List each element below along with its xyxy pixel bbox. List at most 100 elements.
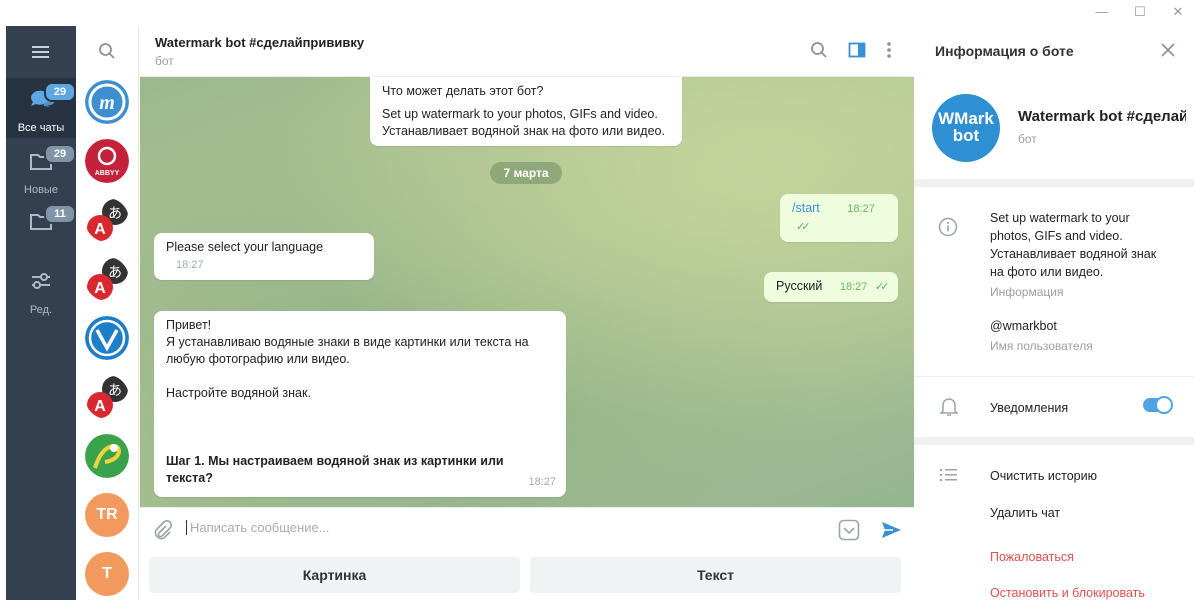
send-icon[interactable] (880, 519, 902, 541)
notifications-toggle[interactable] (1143, 396, 1173, 414)
close-window-button[interactable]: ✕ (1170, 4, 1186, 20)
message-text: Русский (776, 279, 823, 293)
username-label: Имя пользователя (990, 339, 1093, 353)
avatar-translator-2[interactable]: あA (85, 257, 129, 301)
message-text: Настройте водяной знак. (166, 386, 311, 400)
report-button[interactable]: Пожаловаться (990, 548, 1074, 566)
bot-keyboard: Картинка Текст (140, 551, 914, 600)
bot-info-panel: Информация о боте WMark bot Watermark bo… (914, 26, 1194, 600)
folder-all-chats[interactable]: 29 Все чаты (6, 78, 76, 138)
more-options-icon[interactable] (886, 41, 892, 59)
about-label: Информация (990, 285, 1064, 299)
window-titlebar: — ☐ ✕ (0, 0, 1200, 26)
bot-actions-card: Очистить историю Удалить чат Пожаловатьс… (914, 445, 1194, 600)
minimize-button[interactable]: — (1094, 4, 1110, 20)
bot-avatar-text: WMark (938, 109, 994, 128)
chat-list: m ABBYY あA あA あA TR T (76, 26, 139, 600)
message-time: 18:27 (847, 203, 875, 215)
bot-name: Watermark bot #сделайпрививку (1018, 108, 1186, 125)
avatar-translator-3[interactable]: あA (85, 375, 129, 419)
bot-description-line: Устанавливает водяной знак на фото или в… (382, 124, 665, 138)
avatar-chat-7[interactable] (85, 434, 129, 478)
keyboard-button-image[interactable]: Картинка (149, 557, 520, 593)
clear-history-button[interactable]: Очистить историю (990, 467, 1097, 485)
divider (914, 376, 1194, 377)
svg-text:あ: あ (108, 383, 122, 399)
message-time: 18:27 (176, 259, 204, 271)
svg-text:A: A (94, 221, 106, 238)
close-icon[interactable] (1160, 42, 1176, 58)
folder-label: Новые (24, 184, 58, 196)
folder-label: Все чаты (17, 122, 65, 134)
search-icon[interactable] (98, 42, 116, 60)
message-composer (140, 507, 914, 551)
edit-filters-icon (32, 273, 50, 289)
message-text: Привет! (166, 318, 212, 332)
folder-unnamed[interactable]: 11 (6, 200, 76, 260)
list-icon (940, 469, 957, 481)
bell-icon (940, 398, 958, 416)
avatar-tr[interactable]: TR (85, 493, 129, 537)
svg-text:m: m (99, 92, 115, 114)
message-text: Please select your language (166, 240, 324, 254)
bot-avatar[interactable]: WMark bot (932, 94, 1000, 162)
message-text: Шаг 1. Мы настраиваем водяной знак из ка… (166, 454, 504, 468)
unread-badge: 29 (44, 144, 76, 164)
message-text: текста? (166, 471, 213, 485)
outgoing-message[interactable]: /start 18:27 ✓✓ (780, 194, 898, 242)
svg-text:あ: あ (108, 206, 122, 222)
panel-title: Информация о боте (935, 43, 1074, 59)
svg-text:A: A (94, 398, 106, 415)
bot-command-link[interactable]: /start (792, 201, 820, 215)
unread-badge: 29 (44, 82, 76, 102)
bot-about-line: photos, GIFs and video. (990, 229, 1123, 243)
unread-badge: 11 (44, 204, 76, 224)
notifications-label: Уведомления (990, 401, 1069, 415)
folder-label: Ред. (29, 304, 53, 316)
avatar-t[interactable]: T (85, 552, 129, 596)
read-checks-icon: ✓✓ (796, 221, 811, 233)
svg-text:ABBYY: ABBYY (95, 170, 120, 177)
window-controls: — ☐ ✕ (1094, 4, 1186, 20)
maximize-button[interactable]: ☐ (1132, 4, 1148, 20)
message-text: любую фотографию или видео. (166, 352, 350, 366)
svg-text:あ: あ (108, 265, 122, 281)
avatar-translator-1[interactable]: あA (85, 198, 129, 242)
read-checks-icon: ✓✓ (874, 281, 890, 293)
folder-edit[interactable]: Ред. (6, 260, 76, 320)
avatar-chat-5[interactable] (85, 316, 129, 360)
bot-description-line: Set up watermark to your photos, GIFs an… (382, 107, 658, 121)
message-input[interactable] (186, 520, 826, 535)
incoming-message[interactable]: Привет! Я устанавливаю водяные знаки в в… (154, 311, 566, 497)
hamburger-menu-icon[interactable] (31, 44, 51, 60)
bot-about-line: на фото или видео. (990, 265, 1104, 279)
bot-username[interactable]: @wmarkbot (990, 317, 1057, 335)
side-panel-icon[interactable] (848, 41, 866, 59)
svg-text:A: A (94, 280, 106, 297)
bot-about-line: Устанавливает водяной знак (990, 247, 1157, 261)
bot-type: бот (1018, 132, 1037, 146)
search-icon[interactable] (810, 41, 828, 59)
chat-header[interactable]: Watermark bot #сделайпрививку бот (140, 26, 914, 77)
messages-area[interactable]: Что может делать этот бот? Set up waterm… (140, 77, 914, 507)
avatar-chat-1[interactable]: m (85, 80, 129, 124)
chat-title: Watermark bot #сделайпрививку (155, 35, 365, 50)
block-bot-button[interactable]: Остановить и блокировать (990, 584, 1145, 600)
attach-icon[interactable] (152, 520, 172, 540)
incoming-message[interactable]: Please select your language 18:27 (154, 233, 374, 280)
keyboard-button-text[interactable]: Текст (530, 557, 901, 593)
date-separator: 7 марта (490, 162, 562, 184)
folder-new[interactable]: 29 Новые (6, 140, 76, 200)
message-time: 18:27 (528, 476, 556, 488)
bot-description-card: Что может делать этот бот? Set up waterm… (370, 77, 682, 146)
info-icon (938, 217, 958, 237)
bot-avatar-text: bot (952, 126, 980, 145)
bot-info-header: Информация о боте WMark bot Watermark bo… (914, 26, 1194, 179)
bot-keyboard-icon[interactable] (838, 519, 860, 541)
delete-chat-button[interactable]: Удалить чат (990, 504, 1060, 522)
outgoing-message[interactable]: Русский 18:27 ✓✓ (764, 272, 898, 302)
message-time: 18:27 (839, 281, 868, 293)
avatar-abbyy[interactable]: ABBYY (85, 139, 129, 183)
chat-subtitle: бот (155, 54, 174, 68)
bot-description-title: Что может делать этот бот? (382, 84, 544, 98)
